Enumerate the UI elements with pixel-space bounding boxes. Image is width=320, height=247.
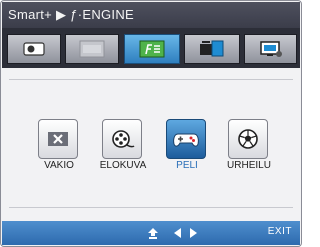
- mode-elokuva-button[interactable]: [102, 119, 142, 159]
- tab-picture[interactable]: [7, 34, 61, 64]
- mode-elokuva[interactable]: ELOKUVA: [95, 119, 151, 177]
- gamepad-icon: [173, 133, 199, 147]
- tab-f-engine[interactable]: [124, 34, 180, 64]
- picture-icon: [23, 42, 45, 56]
- film-reel-icon: [112, 130, 135, 148]
- tab-strip: [2, 28, 300, 68]
- split-screen-icon: [200, 40, 224, 57]
- mode-peli[interactable]: PELI: [159, 119, 215, 177]
- exit-button[interactable]: EXIT: [268, 226, 292, 237]
- mode-urheilu-button[interactable]: [228, 119, 268, 159]
- mode-urheilu-label: URHEILU: [227, 160, 271, 171]
- f-engine-icon: [139, 40, 165, 58]
- auto-icon: [79, 40, 105, 58]
- mode-peli-button[interactable]: [166, 119, 206, 159]
- up-arrow-icon[interactable]: [148, 228, 158, 239]
- mode-vakio[interactable]: VAKIO: [31, 119, 87, 177]
- smart-plus-osd-window: Smart+ ▶ ƒ·ENGINE VAKIO ELOKUVA PELI URH…: [0, 0, 302, 247]
- right-arrow-icon[interactable]: [190, 228, 197, 238]
- title-bar: Smart+ ▶ ƒ·ENGINE: [2, 2, 300, 28]
- mode-urheilu[interactable]: URHEILU: [221, 119, 277, 177]
- tab-auto[interactable]: [65, 34, 119, 64]
- standard-icon: [48, 132, 68, 146]
- soccer-ball-icon: [238, 129, 258, 149]
- monitor-settings-icon: [259, 41, 282, 57]
- tab-split-screen[interactable]: [184, 34, 240, 64]
- mode-vakio-button[interactable]: [38, 119, 78, 159]
- top-divider: [9, 79, 293, 80]
- bottom-divider: [9, 207, 293, 208]
- tab-monitor-settings[interactable]: [244, 34, 297, 64]
- footer-nav-bar: EXIT: [2, 221, 300, 245]
- menu-title: Smart+ ▶ ƒ·ENGINE: [8, 7, 134, 22]
- left-arrow-icon[interactable]: [174, 228, 181, 238]
